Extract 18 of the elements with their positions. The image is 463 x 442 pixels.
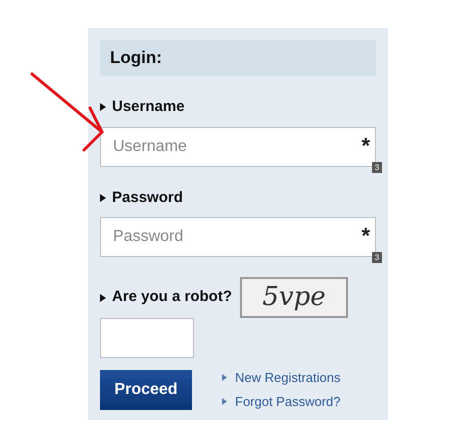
required-mark: * [361, 134, 370, 156]
count-badge: 3 [372, 252, 382, 263]
count-badge: 3 [372, 162, 382, 172]
link[interactable]: Forgot Password? [235, 392, 340, 411]
panel-title: Login: [110, 47, 162, 70]
required-mark: * [361, 225, 370, 247]
bullet-icon [100, 294, 106, 302]
field-label: Username [112, 97, 185, 117]
field-label: Are you a robot? [112, 287, 232, 308]
bullet-icon [100, 103, 106, 112]
proceed-button[interactable]: Proceed [100, 370, 192, 410]
bullet-icon [222, 398, 227, 405]
captcha-image: 5vpe [240, 277, 348, 318]
link[interactable]: New Registrations [235, 368, 340, 388]
field-label: Password [112, 188, 183, 208]
bullet-icon [100, 194, 106, 202]
captcha-field[interactable] [100, 318, 194, 358]
bullet-icon [222, 374, 227, 382]
